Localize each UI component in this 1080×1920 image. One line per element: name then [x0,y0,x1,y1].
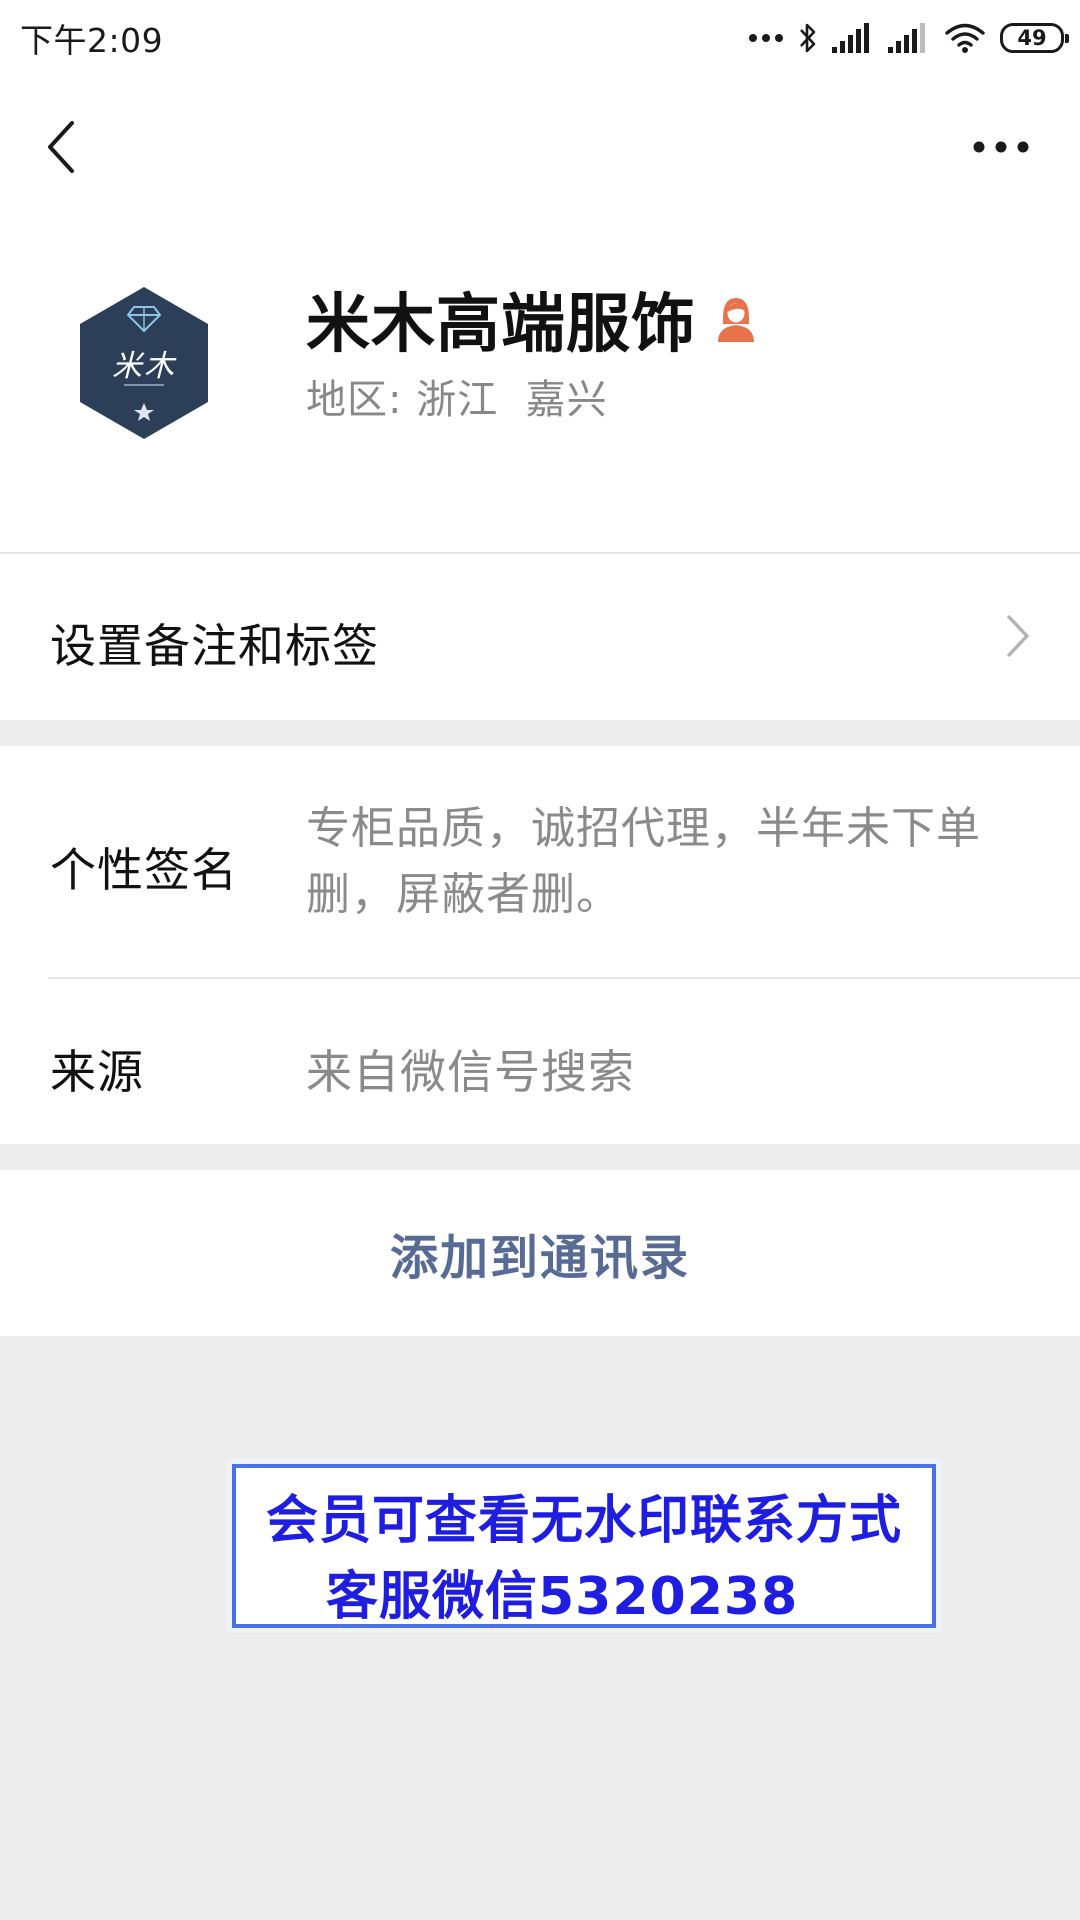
avatar-logo-text: 米木 [112,349,176,384]
avatar[interactable]: 米木 [76,285,212,441]
profile-region: 地区: 浙江 嘉兴 [306,367,608,425]
region-label: 地区: [306,377,403,423]
profile-header: 米木 米木高端服饰 地区: 浙江 嘉兴 [0,215,1080,552]
bluetooth-icon [800,23,816,53]
profile-name-row: 米木高端服饰 [306,273,760,365]
source-label: 来源 [50,1045,144,1099]
more-horizontal-icon [973,141,1029,153]
profile-name: 米木高端服饰 [306,288,696,362]
status-icons: 49 [748,18,1069,58]
wifi-icon [945,23,985,53]
signature-value: 专柜品质，诚招代理，半年未下单删，屏蔽者删。 [306,803,981,920]
signature-label: 个性签名 [50,843,238,897]
source-value: 来自微信号搜索 [306,1045,635,1099]
region-value: 浙江 嘉兴 [416,377,608,423]
notice-line-1: 会员可查看无水印联系方式 [266,1491,903,1551]
nav-bar [0,75,1080,215]
status-time: 下午2:09 [20,21,164,60]
signal-icon [888,23,925,53]
more-dots-icon [749,34,783,42]
set-remark-label: 设置备注和标签 [50,619,379,673]
info-card: 个性签名 专柜品质，诚招代理，半年未下单删，屏蔽者删。 来源 来自微信号搜索 [0,746,1080,1144]
add-contact-row: 添加到通讯录 [0,1170,1080,1336]
chevron-right-icon [1007,615,1029,657]
status-bar: 下午2:09 49 [0,0,1080,75]
female-icon [718,298,754,342]
set-remark-row[interactable]: 设置备注和标签 [0,554,1080,720]
more-button[interactable] [966,120,1036,174]
battery-level: 49 [1017,25,1047,50]
notice-line-2: 客服微信5320238 [326,1567,799,1627]
divider [48,977,1080,979]
signal-icon [832,23,869,53]
back-button[interactable] [36,111,86,183]
add-to-contacts-button[interactable]: 添加到通讯录 [0,1170,1080,1336]
watermark-notice: 会员可查看无水印联系方式 客服微信5320238 [232,1464,936,1628]
chevron-left-icon [48,121,74,173]
battery-icon: 49 [1000,23,1069,53]
